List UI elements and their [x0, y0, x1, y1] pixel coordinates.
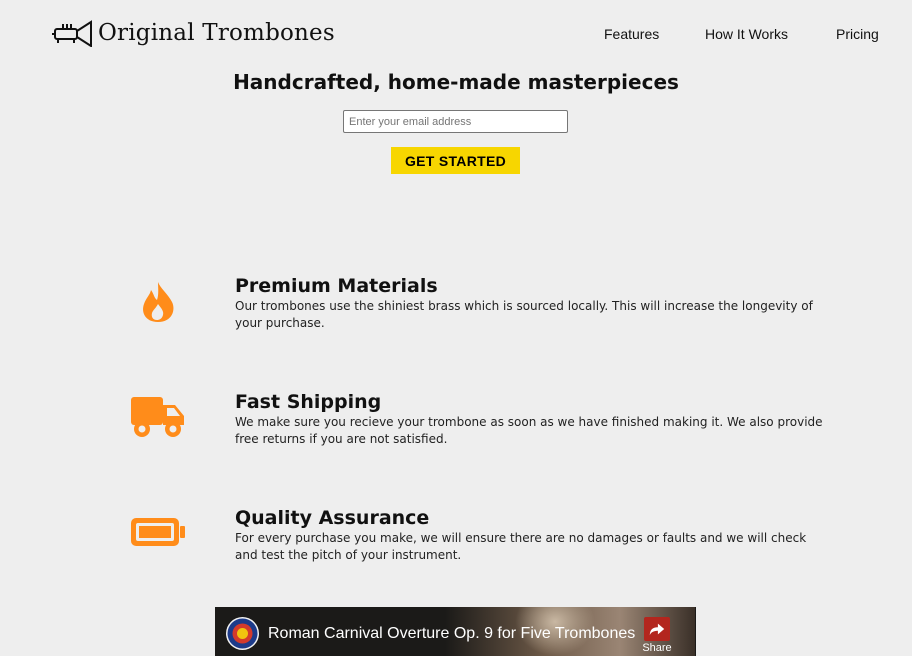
feature-title: Premium Materials — [235, 275, 438, 297]
main-nav: Features How It Works Pricing — [0, 26, 912, 46]
share-label: Share — [642, 642, 672, 654]
feature-description: We make sure you recieve your trombone a… — [235, 415, 823, 446]
nav-link-pricing[interactable]: Pricing — [836, 26, 879, 42]
feature-description: For every purchase you make, we will ens… — [235, 531, 807, 562]
fire-icon — [143, 282, 174, 322]
feature-title: Quality Assurance — [235, 507, 430, 529]
feature-title: Fast Shipping — [235, 391, 382, 413]
get-started-button[interactable]: GET STARTED — [391, 147, 520, 174]
email-input[interactable] — [343, 110, 568, 133]
feature-quality-assurance: Quality Assurance For every purchase you… — [0, 505, 912, 575]
video-title[interactable]: Roman Carnival Overture Op. 9 for Five T… — [268, 625, 635, 643]
feature-description: Our trombones use the shiniest brass whi… — [235, 299, 813, 330]
nav-link-how-it-works[interactable]: How It Works — [705, 26, 788, 42]
channel-avatar-icon[interactable] — [226, 617, 259, 650]
share-icon — [644, 617, 670, 641]
share-button[interactable]: Share — [640, 617, 674, 656]
battery-icon — [131, 518, 185, 546]
nav-link-features[interactable]: Features — [604, 26, 659, 42]
hero-title: Handcrafted, home-made masterpieces — [233, 70, 679, 94]
landing-page: Original Trombones Features How It Works… — [0, 0, 912, 656]
truck-icon — [131, 397, 184, 437]
feature-fast-shipping: Fast Shipping We make sure you recieve y… — [0, 389, 912, 459]
feature-premium-materials: Premium Materials Our trombones use the … — [0, 273, 912, 343]
video-embed[interactable]: Roman Carnival Overture Op. 9 for Five T… — [215, 607, 696, 656]
